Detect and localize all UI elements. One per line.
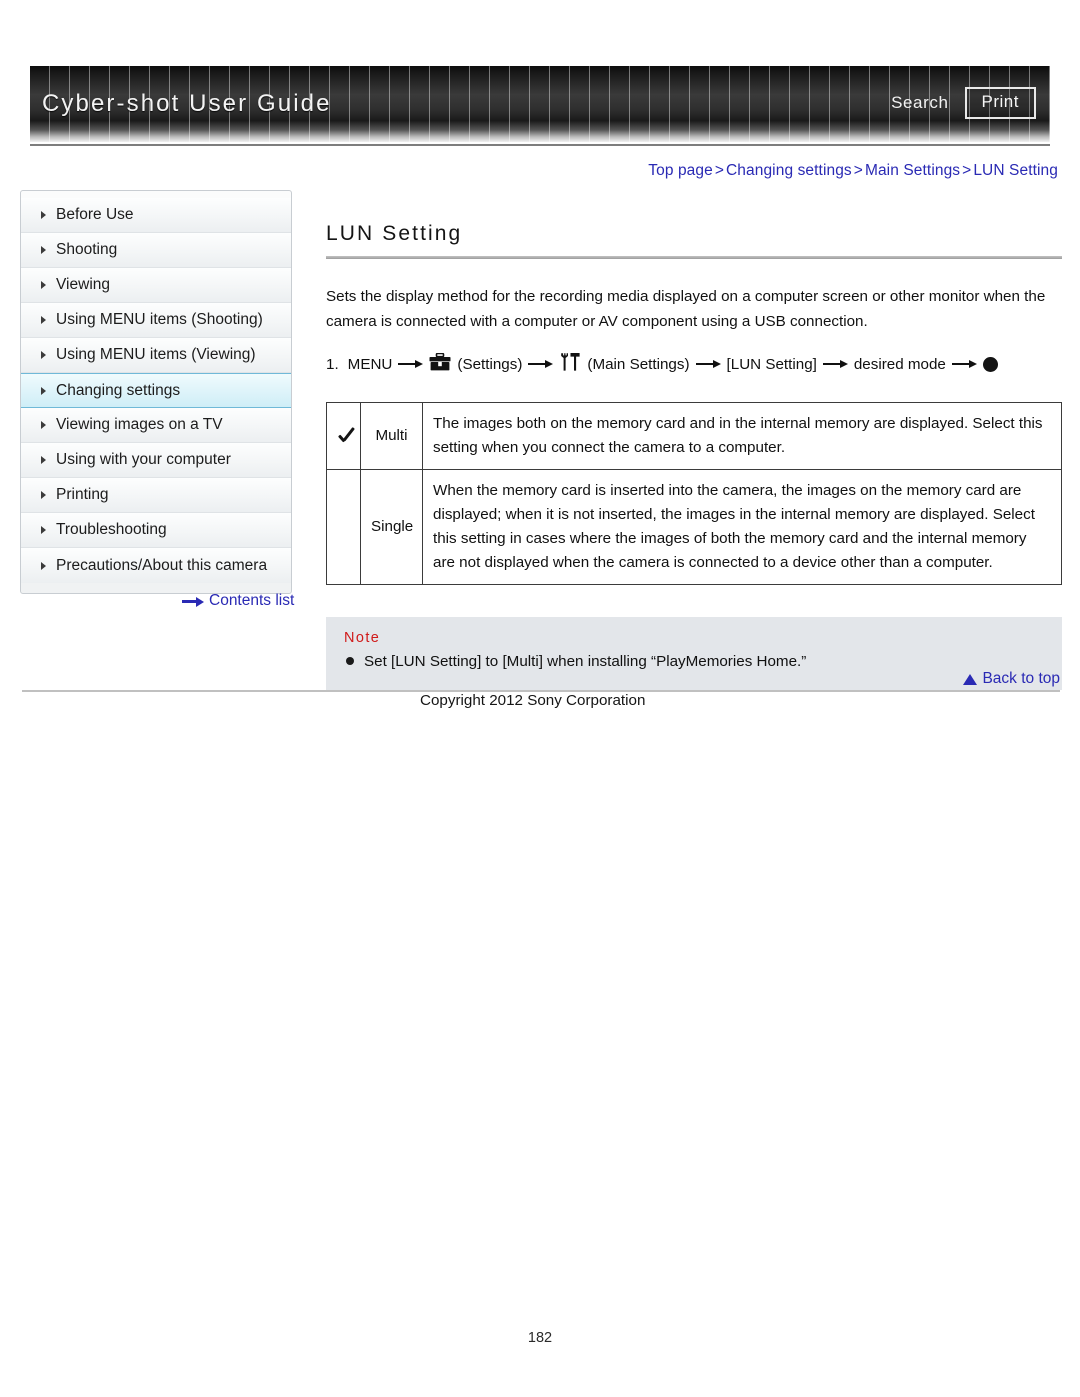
chevron-right-icon xyxy=(41,351,46,359)
search-button[interactable]: Search xyxy=(891,93,948,113)
note-box: Note Set [LUN Setting] to [Multi] when i… xyxy=(326,617,1062,690)
default-check-cell xyxy=(326,402,361,470)
back-to-top-label: Back to top xyxy=(982,670,1060,687)
arrow-right-icon xyxy=(695,359,721,369)
breadcrumb-item-main-settings[interactable]: Main Settings xyxy=(865,162,960,179)
chevron-right-icon xyxy=(41,316,46,324)
step-settings-label: (Settings) xyxy=(457,355,523,373)
breadcrumb-item-top-page[interactable]: Top page xyxy=(648,162,713,179)
sidebar-item-printing[interactable]: Printing xyxy=(21,478,291,513)
table-row: Multi The images both on the memory card… xyxy=(326,402,1062,470)
arrow-right-icon xyxy=(951,359,977,369)
toolbox-settings-icon xyxy=(429,352,451,376)
intro-paragraph: Sets the display method for the recordin… xyxy=(326,288,1046,330)
chevron-right-icon xyxy=(41,421,46,429)
option-name: Single xyxy=(360,469,423,585)
sidebar-nav: Before Use Shooting Viewing Using MENU i… xyxy=(20,190,292,594)
page-title: LUN Setting xyxy=(326,222,463,245)
note-item-text: Set [LUN Setting] to [Multi] when instal… xyxy=(364,653,807,670)
sidebar-item-changing-settings[interactable]: Changing settings xyxy=(21,373,291,408)
page-number: 182 xyxy=(527,1330,553,1346)
breadcrumb-item-changing-settings[interactable]: Changing settings xyxy=(726,162,852,179)
wrench-screwdriver-icon xyxy=(559,352,581,376)
copyright-text: Copyright 2012 Sony Corporation xyxy=(420,692,646,709)
control-button-dot-icon xyxy=(982,356,998,372)
chevron-right-icon xyxy=(41,246,46,254)
sidebar-item-label: Using MENU items (Viewing) xyxy=(56,346,256,363)
default-check-cell xyxy=(326,469,361,585)
print-button[interactable]: Print xyxy=(964,87,1036,119)
step-main-settings-label: (Main Settings) xyxy=(587,355,690,373)
chevron-right-icon xyxy=(41,456,46,464)
sidebar-item-before-use[interactable]: Before Use xyxy=(21,198,291,233)
breadcrumb-separator: > xyxy=(962,162,972,179)
procedure-step-1: 1. MENU (Settings) (Main Settings) [LUN … xyxy=(326,352,1062,376)
sidebar-item-label: Shooting xyxy=(56,241,118,258)
sidebar-item-using-menu-items-viewing[interactable]: Using MENU items (Viewing) xyxy=(21,338,291,373)
triangle-up-icon xyxy=(963,673,978,685)
step-menu-label: MENU xyxy=(347,355,393,373)
sidebar-item-label: Changing settings xyxy=(56,381,181,399)
arrow-right-icon xyxy=(398,359,424,369)
breadcrumb-separator: > xyxy=(853,162,863,179)
option-description: The images both on the memory card and i… xyxy=(422,402,1062,470)
arrow-right-icon xyxy=(182,596,204,607)
chevron-right-icon xyxy=(41,281,46,289)
sidebar-item-troubleshooting[interactable]: Troubleshooting xyxy=(21,513,291,548)
sidebar-item-shooting[interactable]: Shooting xyxy=(21,233,291,268)
sidebar-item-label: Using with your computer xyxy=(56,451,231,468)
chevron-right-icon xyxy=(41,491,46,499)
header-bar: Cyber-shot User Guide Search Print xyxy=(30,66,1050,142)
bullet-icon xyxy=(346,657,354,665)
sidebar-item-label: Viewing xyxy=(56,276,111,293)
sidebar-item-using-with-your-computer[interactable]: Using with your computer xyxy=(21,443,291,478)
breadcrumb: Top page > Changing settings > Main Settings… xyxy=(648,162,1058,180)
sidebar-item-label: Printing xyxy=(56,486,109,503)
checkmark-icon xyxy=(337,425,359,447)
chevron-right-icon xyxy=(41,211,46,219)
chevron-right-icon xyxy=(41,561,46,570)
note-list: Set [LUN Setting] to [Multi] when instal… xyxy=(344,651,1044,673)
note-list-item: Set [LUN Setting] to [Multi] when instal… xyxy=(344,651,1044,673)
chevron-right-icon xyxy=(41,526,46,534)
chevron-right-icon xyxy=(41,386,46,395)
step-desired-mode-label: desired mode xyxy=(853,355,946,373)
step-number: 1. xyxy=(326,355,339,373)
contents-list-link[interactable]: Contents list xyxy=(182,592,294,610)
title-divider xyxy=(326,256,1062,259)
breadcrumb-item-lun-setting[interactable]: LUN Setting xyxy=(973,162,1058,179)
sidebar-item-viewing[interactable]: Viewing xyxy=(21,268,291,303)
step-item-label: [LUN Setting] xyxy=(726,355,817,373)
header-actions: Search Print xyxy=(891,87,1036,119)
back-to-top-link[interactable]: Back to top xyxy=(963,670,1060,688)
table-row: Single When the memory card is inserted … xyxy=(326,469,1062,585)
sidebar-item-label: Precautions/About this camera xyxy=(56,556,268,574)
main-content: LUN Setting Sets the display method for … xyxy=(326,222,1062,690)
header-underline xyxy=(30,144,1050,146)
options-table: Multi The images both on the memory card… xyxy=(326,402,1062,585)
note-title: Note xyxy=(344,630,381,646)
sidebar-item-label: Using MENU items (Shooting) xyxy=(56,311,263,328)
breadcrumb-separator: > xyxy=(714,162,724,179)
sidebar-item-label: Viewing images on a TV xyxy=(56,416,223,433)
brand-title: Cyber-shot User Guide xyxy=(42,90,332,117)
sidebar-item-using-menu-items-shooting[interactable]: Using MENU items (Shooting) xyxy=(21,303,291,338)
arrow-right-icon xyxy=(528,359,554,369)
contents-list-label: Contents list xyxy=(209,592,295,609)
site-header: Cyber-shot User Guide Search Print xyxy=(30,66,1050,150)
sidebar-item-viewing-images-on-a-tv[interactable]: Viewing images on a TV xyxy=(21,408,291,443)
option-description: When the memory card is inserted into th… xyxy=(422,469,1062,585)
option-name: Multi xyxy=(360,402,423,470)
sidebar-item-label: Troubleshooting xyxy=(56,521,167,538)
arrow-right-icon xyxy=(822,359,848,369)
sidebar-item-precautions-about-this-camera[interactable]: Precautions/About this camera xyxy=(21,548,291,583)
sidebar-item-label: Before Use xyxy=(56,206,134,223)
